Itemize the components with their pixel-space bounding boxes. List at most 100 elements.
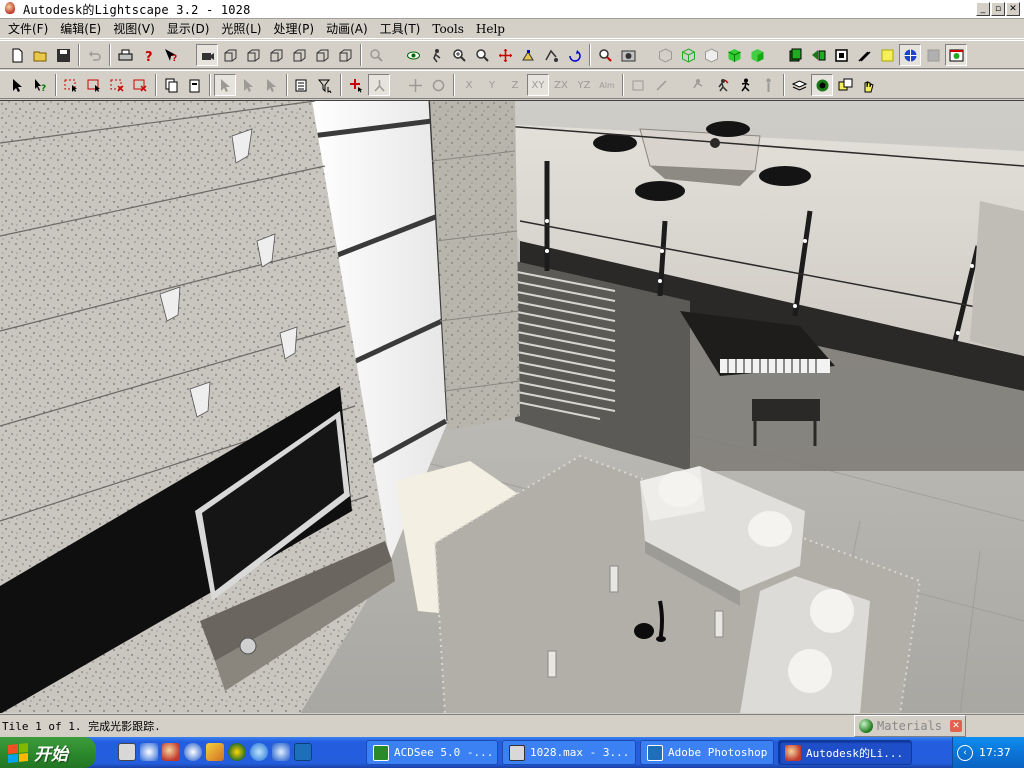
snap-button[interactable]	[368, 74, 390, 96]
minimize-button[interactable]: _	[976, 2, 990, 16]
materials-button[interactable]	[899, 44, 921, 66]
align-button[interactable]: Alm	[596, 74, 618, 96]
plane-xy-button[interactable]: XY	[527, 74, 549, 96]
hidden-line-button[interactable]	[700, 44, 722, 66]
help-button[interactable]: ?	[137, 44, 159, 66]
zoom-window-button[interactable]	[448, 44, 470, 66]
select-crossing-button[interactable]	[83, 74, 105, 96]
menu-view[interactable]: 视图(V)	[107, 20, 161, 37]
view-bottom-button[interactable]	[334, 44, 356, 66]
select-query-button[interactable]: ?	[29, 74, 51, 96]
plane-zx-button[interactable]: ZX	[550, 74, 572, 96]
filter-button[interactable]	[314, 74, 336, 96]
orbit-button[interactable]	[402, 44, 424, 66]
axis-y-button[interactable]: Y	[481, 74, 503, 96]
quicklaunch-media-icon[interactable]	[228, 743, 246, 761]
move-selection-button[interactable]	[214, 74, 236, 96]
print-button[interactable]	[114, 44, 136, 66]
rotate-button[interactable]	[427, 74, 449, 96]
menu-tools[interactable]: Tools	[426, 22, 470, 36]
menu-lighting[interactable]: 光照(L)	[215, 20, 267, 37]
lightscape-app-icon[interactable]	[3, 1, 19, 17]
quicklaunch-ie2-icon[interactable]	[272, 743, 290, 761]
quicklaunch-lightscape-icon[interactable]	[162, 743, 180, 761]
menu-help[interactable]: Help	[470, 22, 511, 36]
axis-z-button[interactable]: Z	[504, 74, 526, 96]
walk-path-button[interactable]	[711, 74, 733, 96]
task-acdsee[interactable]: ACDSee 5.0 -...	[366, 740, 498, 765]
view-back-button[interactable]	[242, 44, 264, 66]
tray-expand-icon[interactable]: ‹	[957, 744, 973, 761]
menu-display[interactable]: 显示(D)	[161, 20, 216, 37]
quicklaunch-photoshop-icon[interactable]	[294, 743, 312, 761]
shaded-button[interactable]	[746, 44, 768, 66]
menu-file[interactable]: 文件(F)	[2, 20, 54, 37]
deselect-window-button[interactable]	[106, 74, 128, 96]
context-help-button[interactable]: ?	[160, 44, 182, 66]
solid-button[interactable]	[723, 44, 745, 66]
ray-trace-button[interactable]	[834, 74, 856, 96]
dolly-button[interactable]	[517, 44, 539, 66]
translate-button[interactable]	[404, 74, 426, 96]
render-window-button[interactable]	[945, 44, 967, 66]
plane-yz-button[interactable]: YZ	[573, 74, 595, 96]
view-left-button[interactable]	[265, 44, 287, 66]
select-pointer-button[interactable]	[6, 74, 28, 96]
maximize-button[interactable]: ▫	[991, 2, 1005, 16]
add-point-button[interactable]	[345, 74, 367, 96]
task-3dsmax[interactable]: 1028.max - 3...	[502, 740, 636, 765]
render-scene-button[interactable]	[857, 74, 879, 96]
zoom-extents-button[interactable]	[365, 44, 387, 66]
luminaires-button[interactable]	[876, 44, 898, 66]
menu-animation[interactable]: 动画(A)	[320, 20, 374, 37]
quicklaunch-info-icon[interactable]	[184, 743, 202, 761]
task-photoshop[interactable]: Adobe Photoshop	[640, 740, 774, 765]
undo-transform-button[interactable]	[627, 74, 649, 96]
edit-materials-button[interactable]	[853, 44, 875, 66]
view-camera-button[interactable]	[617, 44, 639, 66]
walk-button[interactable]	[425, 44, 447, 66]
paste-button[interactable]	[183, 74, 205, 96]
materials-panel-tab[interactable]: Materials ✕	[854, 715, 966, 737]
render-viewport[interactable]	[0, 100, 1024, 713]
redo-transform-button[interactable]	[650, 74, 672, 96]
close-button[interactable]: ✕	[1006, 2, 1020, 16]
axis-x-button[interactable]: X	[458, 74, 480, 96]
start-button[interactable]: 开始	[0, 737, 96, 768]
layer-stack-button[interactable]	[788, 74, 810, 96]
save-file-button[interactable]	[52, 44, 74, 66]
undo-button[interactable]	[83, 44, 105, 66]
menu-process[interactable]: 处理(P)	[267, 20, 320, 37]
textures-button[interactable]	[922, 44, 944, 66]
deselect-crossing-button[interactable]	[129, 74, 151, 96]
quicklaunch-pencil-icon[interactable]	[206, 743, 224, 761]
copy-button[interactable]	[160, 74, 182, 96]
rotate-selection-button[interactable]	[237, 74, 259, 96]
title-bar[interactable]: Autodesk的Lightscape 3.2 - 1028 _ ▫ ✕	[0, 0, 1024, 19]
outline-button[interactable]	[677, 44, 699, 66]
tilt-button[interactable]	[540, 44, 562, 66]
zoom-button[interactable]	[471, 44, 493, 66]
scale-selection-button[interactable]	[260, 74, 282, 96]
menu-tools-cn[interactable]: 工具(T)	[374, 20, 427, 37]
fly-button[interactable]	[688, 74, 710, 96]
layers-button[interactable]	[784, 44, 806, 66]
view-top-button[interactable]	[311, 44, 333, 66]
wireframe-button[interactable]	[654, 44, 676, 66]
view-perspective-button[interactable]	[196, 44, 218, 66]
stand-button[interactable]	[757, 74, 779, 96]
menu-edit[interactable]: 编辑(E)	[54, 20, 107, 37]
quicklaunch-ie-icon[interactable]	[250, 743, 268, 761]
select-window-button[interactable]	[60, 74, 82, 96]
materials-close-icon[interactable]: ✕	[950, 720, 962, 732]
pan-button[interactable]	[494, 44, 516, 66]
new-file-button[interactable]	[6, 44, 28, 66]
view-front-button[interactable]	[219, 44, 241, 66]
zoom-selection-button[interactable]	[594, 44, 616, 66]
task-lightscape[interactable]: Autodesk的Li...	[778, 740, 912, 765]
taskbar-clock[interactable]: 17:37	[979, 746, 1011, 759]
surfaces-button[interactable]	[830, 44, 852, 66]
selection-filter-button[interactable]	[291, 74, 313, 96]
open-file-button[interactable]	[29, 44, 51, 66]
blocks-button[interactable]	[807, 44, 829, 66]
